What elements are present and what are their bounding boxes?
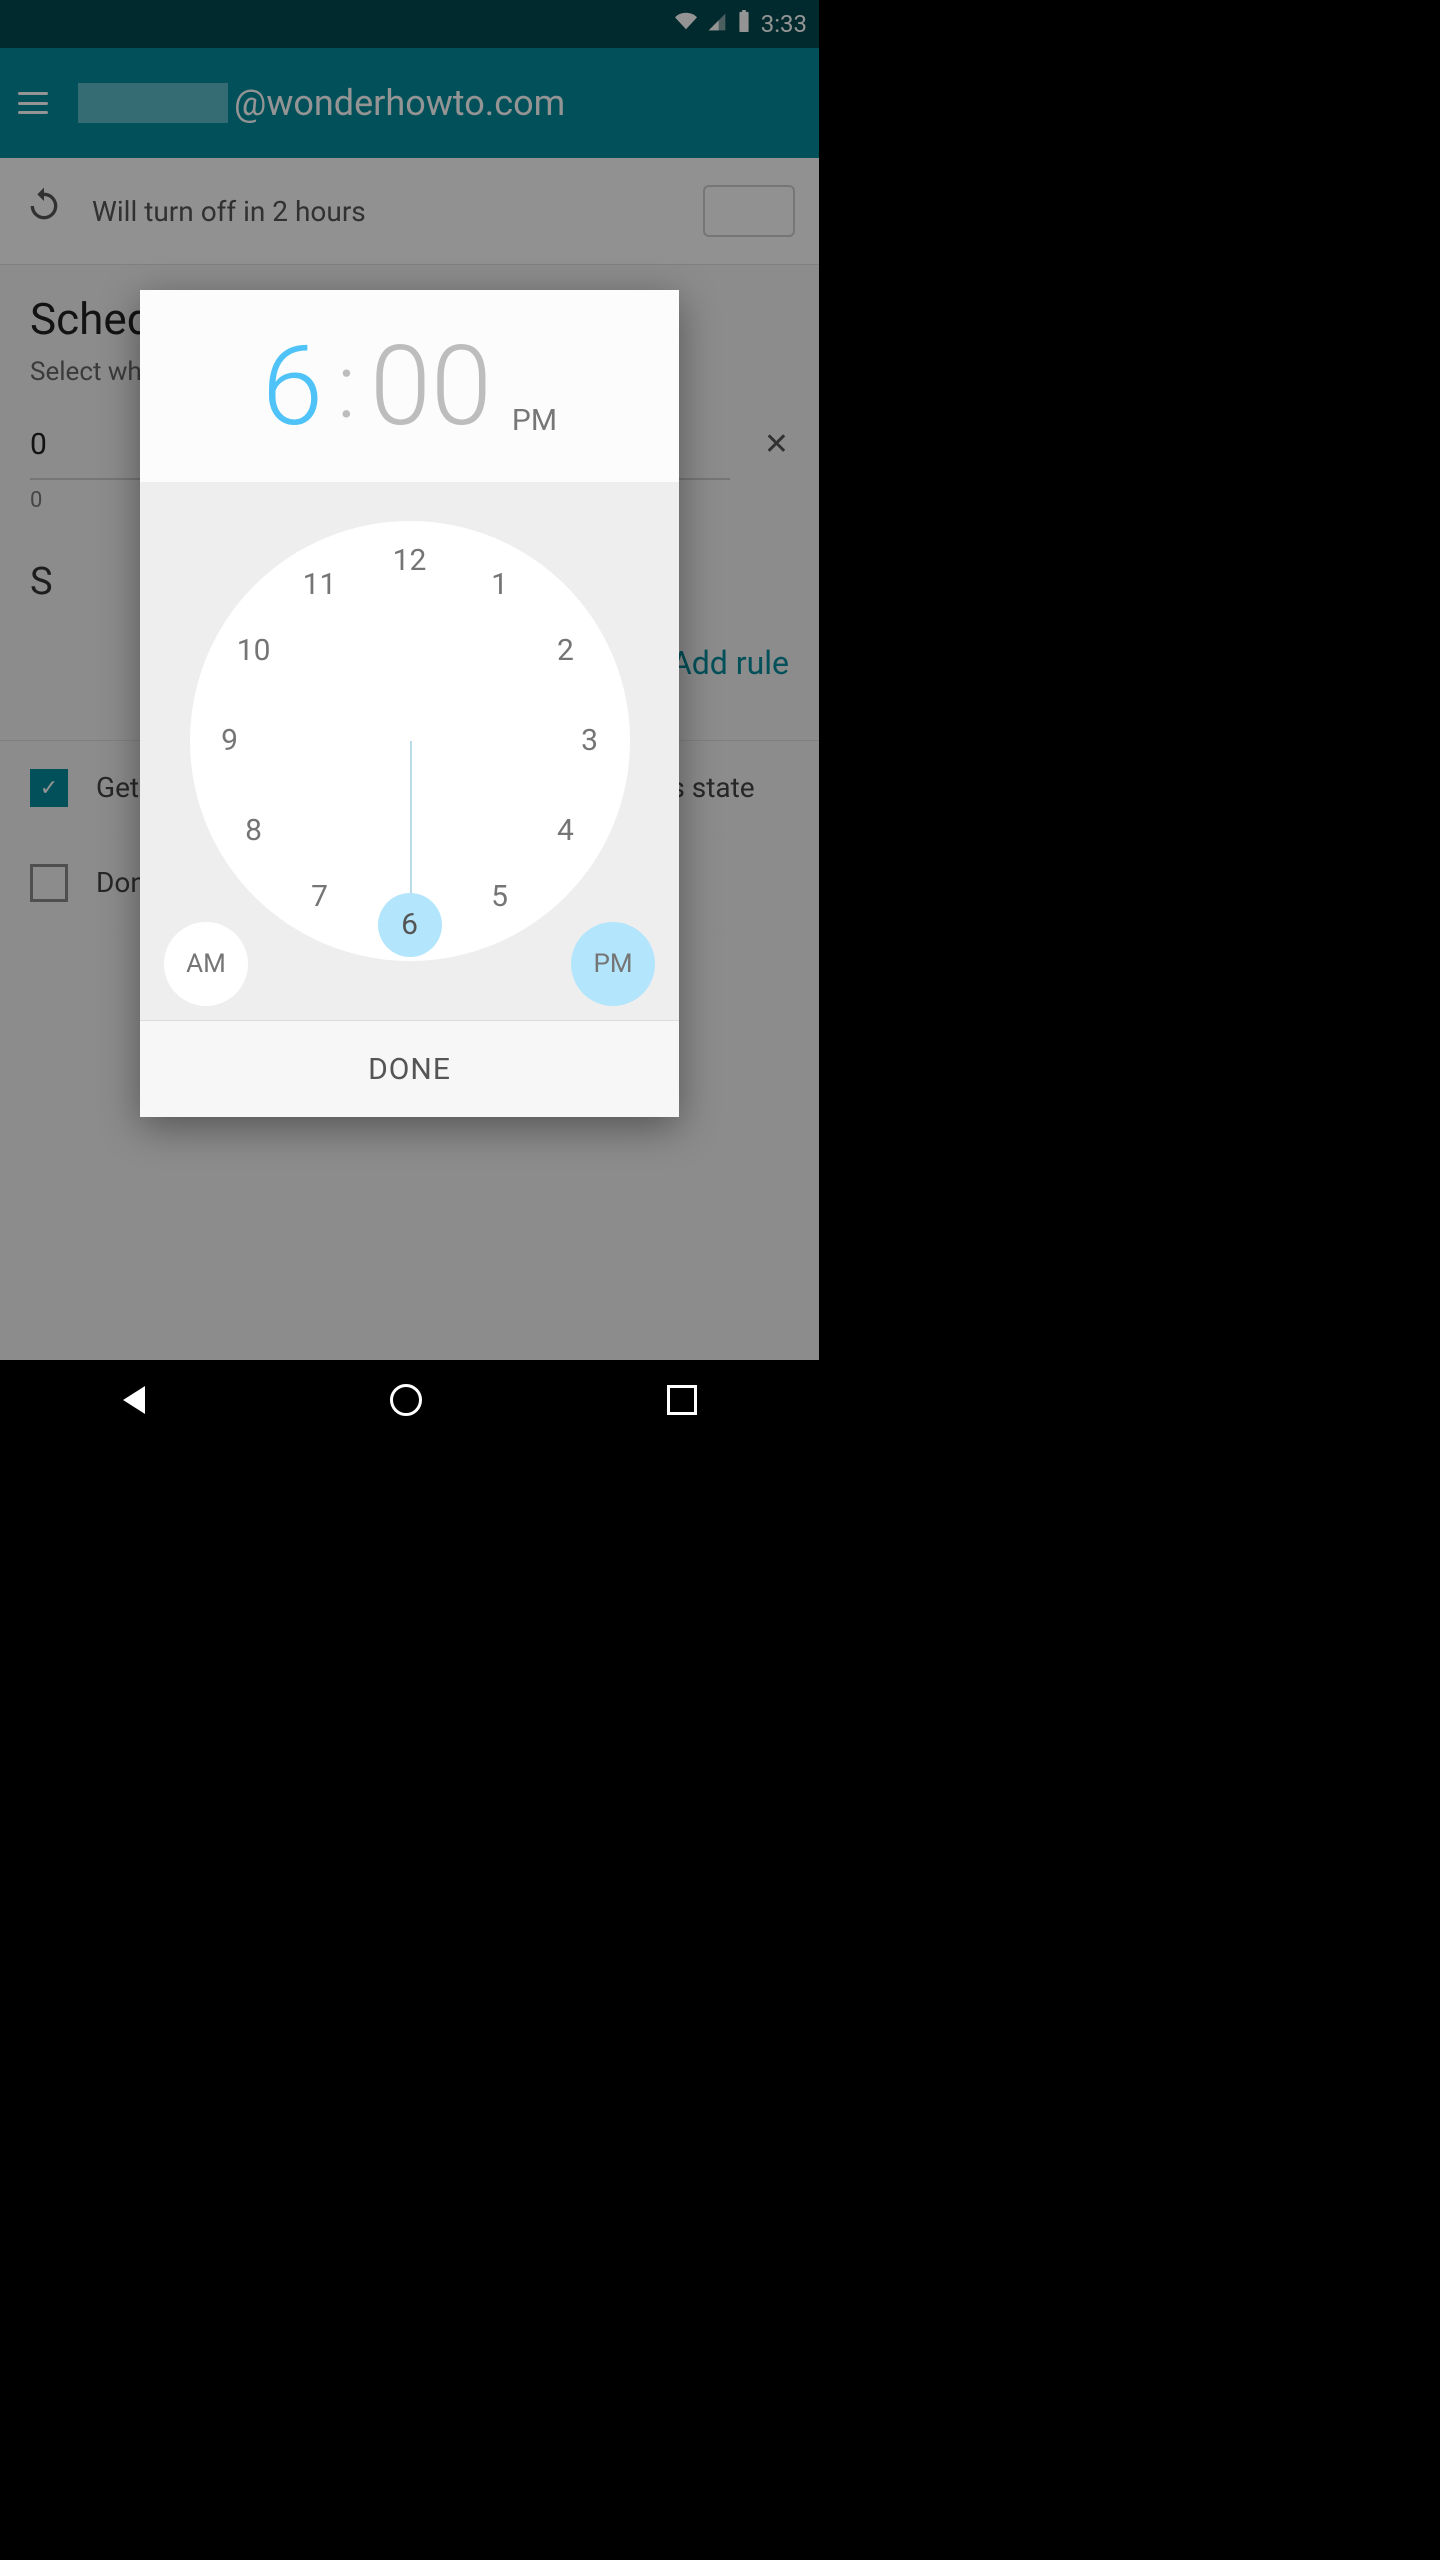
hour-8[interactable]: 8 bbox=[232, 809, 276, 853]
hour-6[interactable]: 6 bbox=[378, 893, 442, 957]
hour-1[interactable]: 1 bbox=[478, 563, 522, 607]
ampm-display: PM bbox=[512, 403, 557, 438]
time-picker-dialog: 6 : 00 PM 121234567891011 AM PM DONE bbox=[140, 290, 679, 1117]
back-icon[interactable] bbox=[123, 1386, 145, 1414]
home-icon[interactable] bbox=[390, 1384, 422, 1416]
hour-5[interactable]: 5 bbox=[478, 875, 522, 919]
time-display: 6 : 00 PM bbox=[140, 290, 679, 482]
hour-12[interactable]: 12 bbox=[388, 539, 432, 583]
minute-display[interactable]: 00 bbox=[370, 322, 492, 451]
pm-button[interactable]: PM bbox=[571, 922, 655, 1006]
time-colon: : bbox=[337, 334, 356, 439]
am-button[interactable]: AM bbox=[164, 922, 248, 1006]
hour-2[interactable]: 2 bbox=[543, 629, 587, 673]
hour-10[interactable]: 10 bbox=[232, 629, 276, 673]
clock-hand bbox=[410, 741, 412, 907]
dialog-footer: DONE bbox=[140, 1020, 679, 1117]
hour-display[interactable]: 6 bbox=[262, 322, 323, 451]
recent-icon[interactable] bbox=[667, 1385, 697, 1415]
hour-3[interactable]: 3 bbox=[568, 719, 612, 763]
clock-face-container: 12 12 3 45678 9 10 11 AM PM bbox=[140, 482, 679, 1020]
hour-4[interactable]: 4 bbox=[543, 809, 587, 853]
hour-7[interactable]: 7 bbox=[298, 875, 342, 919]
nav-bar bbox=[0, 1360, 819, 1440]
clock-face[interactable]: 12 12 3 45678 9 10 11 bbox=[190, 521, 630, 961]
hour-11[interactable]: 11 bbox=[298, 563, 342, 607]
hour-9[interactable]: 9 bbox=[208, 719, 252, 763]
done-button[interactable]: DONE bbox=[368, 1052, 451, 1087]
